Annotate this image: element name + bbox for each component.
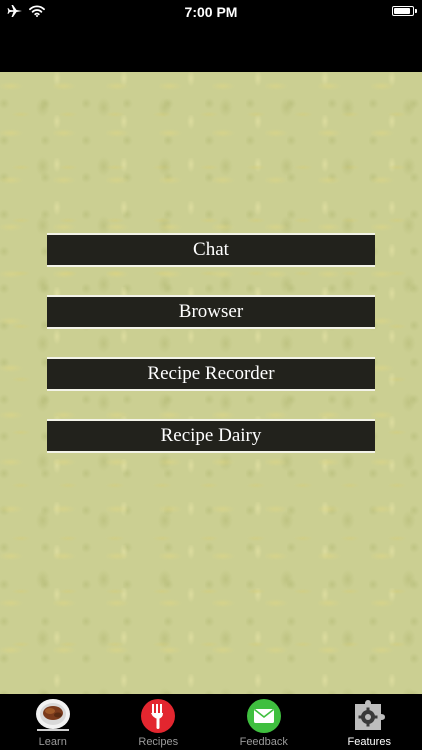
tab-learn-label: Learn xyxy=(38,736,67,748)
tab-recipes[interactable]: Recipes xyxy=(106,694,212,750)
recipe-dairy-button[interactable]: Recipe Dairy xyxy=(47,419,375,453)
browser-button[interactable]: Browser xyxy=(47,295,375,329)
tab-feedback[interactable]: Feedback xyxy=(211,694,317,750)
tab-learn[interactable]: Learn xyxy=(0,694,106,750)
envelope-icon xyxy=(246,699,281,733)
status-bar: 7:00 PM xyxy=(0,0,422,24)
status-right-icons xyxy=(392,6,417,16)
tab-feedback-label: Feedback xyxy=(239,736,288,748)
tab-features-label: Features xyxy=(347,736,391,748)
tab-bar: Learn Recipes Feedback Features xyxy=(0,694,422,750)
recipe-recorder-button[interactable]: Recipe Recorder xyxy=(47,357,375,391)
tab-features[interactable]: Features xyxy=(317,694,422,750)
navigation-bar xyxy=(0,24,422,72)
puzzle-gear-icon xyxy=(355,700,386,730)
fork-icon xyxy=(141,699,176,733)
battery-icon xyxy=(392,6,417,16)
battery-fill xyxy=(394,8,410,14)
features-content: Chat Browser Recipe Recorder Recipe Dair… xyxy=(0,72,422,694)
status-time: 7:00 PM xyxy=(184,4,238,20)
chat-button[interactable]: Chat xyxy=(47,233,375,267)
plate-icon xyxy=(35,699,70,731)
tab-recipes-label: Recipes xyxy=(138,736,179,748)
